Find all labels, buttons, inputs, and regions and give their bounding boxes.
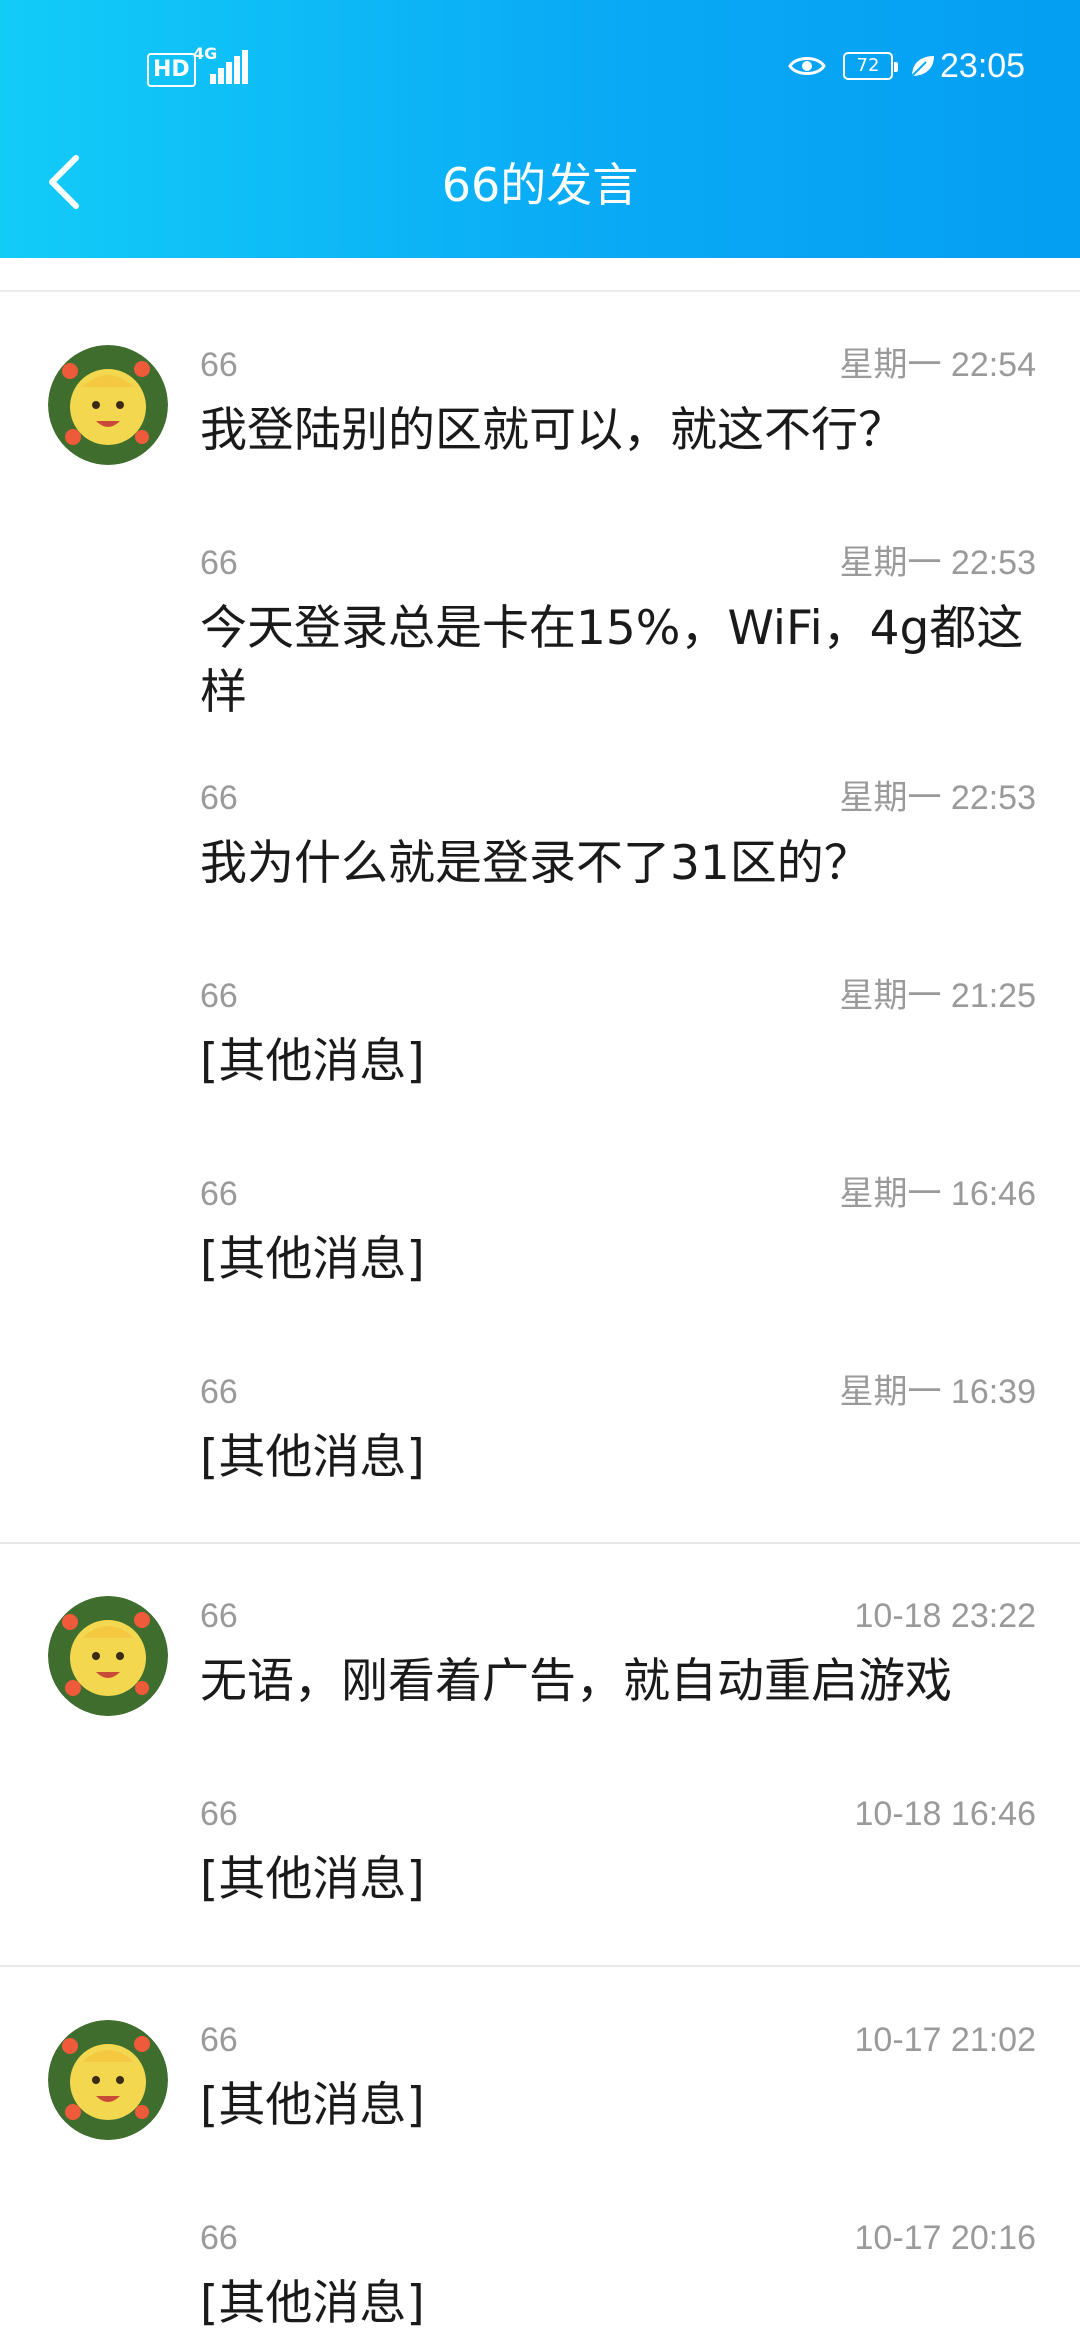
status-time: 23:05	[940, 47, 1026, 85]
message-time: 星期一 21:25	[839, 977, 1036, 1015]
message-item[interactable]: 66 星期一 22:53 今天登录总是卡在15%，WiFi，4g都这样	[200, 541, 1036, 725]
message-user: 66	[200, 977, 238, 1015]
message-time: 10-18 16:46	[854, 1795, 1037, 1833]
message-user: 66	[200, 1373, 238, 1411]
message-item[interactable]: 66 10-17 20:16 [其他消息]	[200, 2216, 1036, 2336]
message-user: 66	[200, 544, 238, 582]
message-user: 66	[200, 346, 238, 384]
hd-badge: HD	[147, 53, 196, 87]
message-user: 66	[200, 2021, 238, 2059]
message-time: 星期一 22:53	[839, 779, 1036, 817]
message-time: 星期一 16:46	[839, 1175, 1036, 1213]
message-time: 星期一 16:39	[839, 1373, 1036, 1411]
divider	[0, 1965, 1080, 1967]
message-item[interactable]: 66 星期一 22:53 我为什么就是登录不了31区的？	[200, 776, 1036, 896]
app-header: HD 4G 72 23:05 66的发言	[0, 0, 1080, 258]
message-item[interactable]: 66 星期一 16:46 [其他消息]	[200, 1172, 1036, 1292]
status-bar: HD 4G 72 23:05	[0, 0, 1080, 130]
divider	[0, 290, 1080, 292]
message-time: 10-17 21:02	[854, 2021, 1037, 2059]
message-text: 今天登录总是卡在15%，WiFi，4g都这样	[200, 601, 1024, 720]
message-text: 我为什么就是登录不了31区的？	[200, 836, 871, 891]
message-time: 10-17 20:16	[854, 2219, 1037, 2257]
message-item[interactable]: 66 星期一 22:54 我登陆别的区就可以，就这不行？	[200, 343, 1036, 463]
message-item[interactable]: 66 10-17 21:02 [其他消息]	[200, 2018, 1036, 2138]
message-user: 66	[200, 779, 238, 817]
avatar[interactable]	[48, 345, 168, 465]
message-text: [其他消息]	[200, 1852, 425, 1907]
message-item[interactable]: 66 星期一 21:25 [其他消息]	[200, 974, 1036, 1094]
message-text: [其他消息]	[200, 1034, 425, 1089]
message-user: 66	[200, 1795, 238, 1833]
message-user: 66	[200, 2219, 238, 2257]
leaf-icon	[911, 56, 934, 77]
eye-icon	[788, 57, 826, 75]
message-user: 66	[200, 1597, 238, 1635]
message-time: 10-18 23:22	[854, 1597, 1037, 1635]
message-item[interactable]: 66 10-18 23:22 无语，刚看着广告，就自动重启游戏	[200, 1594, 1036, 1714]
message-user: 66	[200, 1175, 238, 1213]
message-text: [其他消息]	[200, 2078, 425, 2133]
message-text: [其他消息]	[200, 1232, 425, 1287]
page-title: 66的发言	[441, 158, 639, 212]
message-item[interactable]: 66 星期一 16:39 [其他消息]	[200, 1370, 1036, 1490]
message-item[interactable]: 66 10-18 16:46 [其他消息]	[200, 1792, 1036, 1912]
message-text: [其他消息]	[200, 1430, 425, 1485]
avatar[interactable]	[48, 1596, 168, 1716]
message-time: 星期一 22:54	[839, 346, 1036, 384]
battery-indicator: 72	[843, 52, 898, 80]
message-text: 无语，刚看着广告，就自动重启游戏	[200, 1654, 952, 1709]
signal-icon	[206, 50, 248, 84]
message-time: 星期一 22:53	[839, 544, 1036, 582]
message-text: [其他消息]	[200, 2276, 425, 2331]
divider	[0, 1542, 1080, 1544]
avatar[interactable]	[48, 2020, 168, 2140]
message-text: 我登陆别的区就可以，就这不行？	[200, 403, 905, 458]
